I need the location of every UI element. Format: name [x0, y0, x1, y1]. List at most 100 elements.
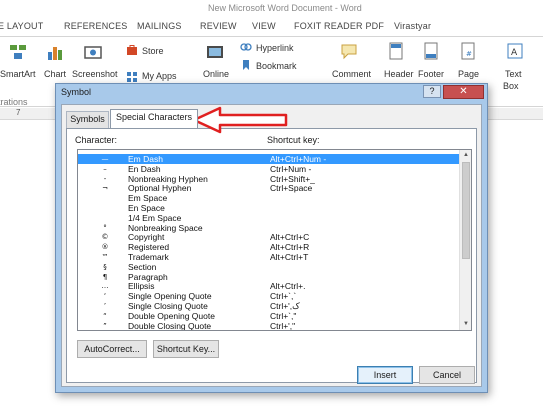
bookmark-label[interactable]: Bookmark — [256, 61, 297, 71]
tab-virastyar[interactable]: Virastyar — [394, 21, 431, 31]
list-item[interactable]: — Em Dash Alt+Ctrl+Num - — [78, 154, 459, 164]
list-item-name: Em Dash — [128, 154, 163, 164]
list-item[interactable]: ™ Trademark Alt+Ctrl+T — [78, 252, 459, 262]
list-item[interactable]: Em Space — [78, 193, 459, 203]
my-apps-icon[interactable] — [126, 71, 138, 83]
list-item-name: Double Opening Quote — [128, 310, 215, 321]
list-item[interactable]: ‑ Nonbreaking Hyphen Ctrl+Shift+_ — [78, 174, 459, 184]
tab-special-characters[interactable]: Special Characters — [110, 109, 198, 128]
list-item-name: En Dash — [128, 163, 161, 174]
screenshot-icon[interactable] — [84, 43, 102, 61]
scroll-up-icon[interactable]: ▲ — [460, 150, 471, 161]
list-item-shortcut: Alt+Ctrl+. — [270, 281, 306, 292]
list-item-name: Nonbreaking Space — [128, 222, 203, 233]
scroll-down-icon[interactable]: ▼ — [460, 319, 471, 330]
tab-foxit-reader-pdf[interactable]: FOXIT READER PDF — [294, 21, 384, 31]
store-label[interactable]: Store — [142, 46, 164, 56]
svg-text:#: # — [466, 50, 472, 58]
my-apps-label[interactable]: My Apps — [142, 71, 177, 81]
textbox-icon[interactable]: A — [506, 42, 524, 60]
chart-label[interactable]: Chart — [44, 69, 66, 79]
shortcut-column-header: Shortcut key: — [267, 135, 320, 145]
textbox-label-2[interactable]: Box — [503, 81, 519, 91]
list-item[interactable]: En Space — [78, 203, 459, 213]
list-item[interactable]: § Section — [78, 262, 459, 272]
smartart-label[interactable]: SmartArt — [0, 69, 36, 79]
list-item[interactable]: ¬ Optional Hyphen Ctrl+Space — [78, 183, 459, 193]
tab-symbols[interactable]: Symbols — [66, 111, 109, 128]
shortcut-key-button[interactable]: Shortcut Key... — [153, 340, 219, 358]
tab-view[interactable]: VIEW — [252, 21, 276, 31]
list-item[interactable]: ° Nonbreaking Space — [78, 223, 459, 233]
comment-icon[interactable] — [340, 42, 358, 60]
chart-icon[interactable] — [46, 43, 64, 61]
list-item-character: — — [101, 155, 109, 163]
list-item-name: Nonbreaking Hyphen — [128, 173, 208, 184]
screenshot-label[interactable]: Screenshot — [72, 69, 118, 79]
list-item-character: © — [101, 233, 109, 242]
list-item-name: Section — [128, 261, 157, 272]
list-item[interactable]: … Ellipsis Alt+Ctrl+. — [78, 281, 459, 291]
list-item-character: ¬ — [102, 184, 108, 193]
scroll-thumb[interactable] — [462, 162, 470, 259]
list-item-character: ’ — [103, 302, 107, 310]
list-item-shortcut: Ctrl+Num - — [270, 163, 312, 174]
window-title: New Microsoft Word Document - Word — [208, 3, 362, 13]
close-button[interactable]: ✕ — [443, 85, 484, 99]
list-item-character: ® — [101, 243, 109, 252]
tab-page-layout[interactable]: E LAYOUT — [0, 21, 43, 31]
list-item-name: Copyright — [128, 232, 165, 243]
textbox-label-1[interactable]: Text — [505, 69, 522, 79]
special-characters-list[interactable]: — Em Dash Alt+Ctrl+Num - – En Dash Ctrl+Num -… — [77, 149, 472, 331]
list-item[interactable]: ” Double Closing Quote Ctrl+'," — [78, 320, 459, 331]
cancel-button[interactable]: Cancel — [419, 366, 475, 384]
list-item-name: Trademark — [128, 252, 169, 262]
hyperlink-label[interactable]: Hyperlink — [256, 43, 294, 53]
list-item-character: ° — [103, 223, 107, 232]
list-item-character: “ — [103, 311, 107, 320]
list-item-name: Paragraph — [128, 271, 168, 282]
list-item-name: Single Closing Quote — [128, 301, 208, 311]
insert-button[interactable]: Insert — [357, 366, 413, 384]
list-item-character: – — [103, 164, 107, 173]
header-icon[interactable] — [387, 42, 405, 60]
help-button[interactable]: ? — [423, 85, 441, 98]
online-video-icon[interactable] — [206, 43, 224, 61]
list-item-character: ¶ — [102, 272, 108, 281]
tab-review[interactable]: REVIEW — [200, 21, 237, 31]
list-item-shortcut: Alt+Ctrl+T — [270, 252, 309, 262]
list-item-shortcut: Ctrl+`," — [270, 310, 297, 321]
footer-icon[interactable] — [422, 42, 440, 60]
hyperlink-icon[interactable] — [240, 41, 252, 53]
list-item-name: 1/4 Em Space — [128, 212, 182, 223]
header-label[interactable]: Header — [384, 69, 414, 79]
bookmark-icon[interactable] — [240, 59, 252, 71]
list-item-name: Ellipsis — [128, 281, 155, 292]
list-item[interactable]: 1/4 Em Space — [78, 213, 459, 223]
list-item[interactable]: “ Double Opening Quote Ctrl+`," — [78, 311, 459, 321]
list-scrollbar[interactable]: ▲ ▼ — [459, 150, 471, 330]
page-number-label[interactable]: Page — [458, 69, 479, 79]
list-item-shortcut: Ctrl+'," — [270, 320, 296, 331]
tab-references[interactable]: REFERENCES — [64, 21, 128, 31]
list-item[interactable]: ‘ Single Opening Quote Ctrl+`,` — [78, 291, 459, 301]
tab-mailings[interactable]: MAILINGS — [137, 21, 182, 31]
list-item-character: … — [101, 282, 109, 291]
list-item-character: ™ — [101, 253, 109, 261]
list-item[interactable]: ¶ Paragraph — [78, 272, 459, 282]
list-item[interactable]: © Copyright Alt+Ctrl+C — [78, 232, 459, 242]
list-item-shortcut: Ctrl+Space — [270, 183, 313, 194]
footer-label[interactable]: Footer — [418, 69, 444, 79]
svg-text:A: A — [511, 48, 518, 58]
comment-label[interactable]: Comment — [332, 69, 371, 79]
list-item[interactable]: ’ Single Closing Quote Ctrl+',ک — [78, 301, 459, 311]
ribbon-tab-bar: E LAYOUT REFERENCES MAILINGS REVIEW VIEW… — [0, 17, 543, 37]
smartart-icon[interactable] — [9, 43, 27, 61]
list-item[interactable]: ® Registered Alt+Ctrl+R — [78, 242, 459, 252]
list-item-name: Em Space — [128, 193, 168, 204]
autocorrect-button[interactable]: AutoCorrect... — [77, 340, 147, 358]
list-item[interactable]: – En Dash Ctrl+Num - — [78, 164, 459, 174]
online-label[interactable]: Online — [203, 69, 229, 79]
page-number-icon[interactable]: # — [459, 42, 477, 60]
store-icon[interactable] — [126, 44, 138, 56]
